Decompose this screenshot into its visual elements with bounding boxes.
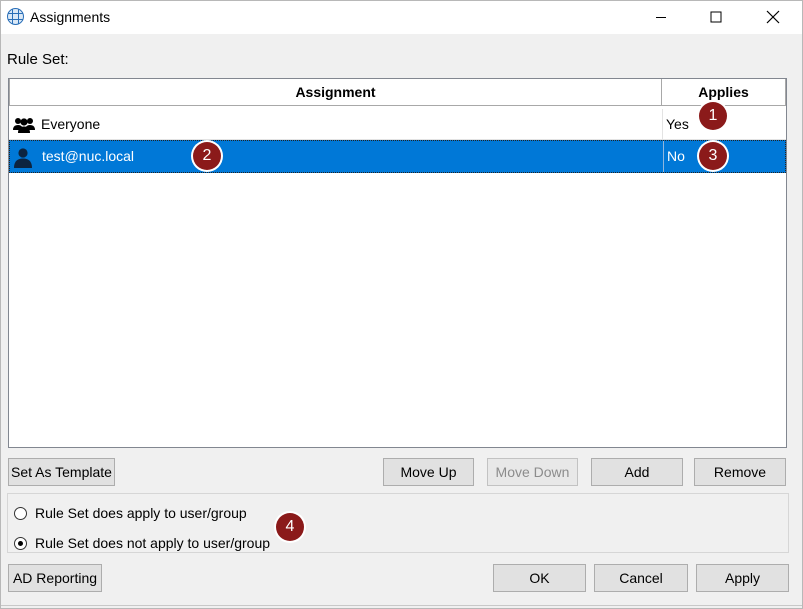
close-icon [766,10,780,24]
rule-set-label: Rule Set: [7,51,69,68]
assignments-window: Assignments Rule Set: Assignment Applies [0,0,803,609]
remove-button[interactable]: Remove [694,458,786,486]
assignment-name: Everyone [41,116,101,132]
move-down-button[interactable]: Move Down [487,458,578,486]
table-row[interactable]: Everyone Yes [9,109,786,140]
radio-does-apply[interactable]: Rule Set does apply to user/group [14,505,247,521]
maximize-button[interactable] [693,1,739,33]
window-title: Assignments [30,9,111,25]
callout-badge-4: 4 [276,513,304,541]
cancel-button[interactable]: Cancel [594,564,688,592]
applies-value: Yes [666,116,689,132]
radio-button[interactable] [14,536,27,550]
grid-app-icon [7,8,24,25]
radio-label: Rule Set does apply to user/group [35,505,247,521]
close-button[interactable] [750,1,796,33]
minimize-button[interactable] [638,1,684,33]
radio-label: Rule Set does not apply to user/group [35,535,271,551]
cell-divider [662,109,663,139]
title-bar: Assignments [1,1,802,34]
column-header-applies[interactable]: Applies [662,79,786,105]
add-button[interactable]: Add [591,458,683,486]
cell-divider [663,141,664,172]
ok-button[interactable]: OK [493,564,586,592]
maximize-icon [710,11,722,23]
set-as-template-button[interactable]: Set As Template [8,458,115,486]
assignment-table: Assignment Applies Everyone Yes test@nuc… [8,78,787,448]
radio-does-not-apply[interactable]: Rule Set does not apply to user/group [14,535,270,551]
user-icon [14,148,36,168]
apply-button[interactable]: Apply [696,564,789,592]
applies-value: No [667,148,685,164]
callout-badge-1: 1 [699,102,727,130]
table-header: Assignment Applies [9,79,786,106]
apply-mode-group: Rule Set does apply to user/group Rule S… [7,493,789,553]
minimize-icon [656,17,666,18]
callout-badge-2: 2 [193,142,221,170]
ad-reporting-button[interactable]: AD Reporting [8,564,102,592]
callout-badge-3: 3 [699,142,727,170]
table-row-selected[interactable]: test@nuc.local No [9,140,786,173]
assignment-name: test@nuc.local [42,148,135,164]
bottom-divider [1,605,802,606]
radio-button[interactable] [14,506,27,520]
column-header-assignment[interactable]: Assignment [9,79,662,105]
move-up-button[interactable]: Move Up [383,458,474,486]
group-icon [13,116,35,134]
